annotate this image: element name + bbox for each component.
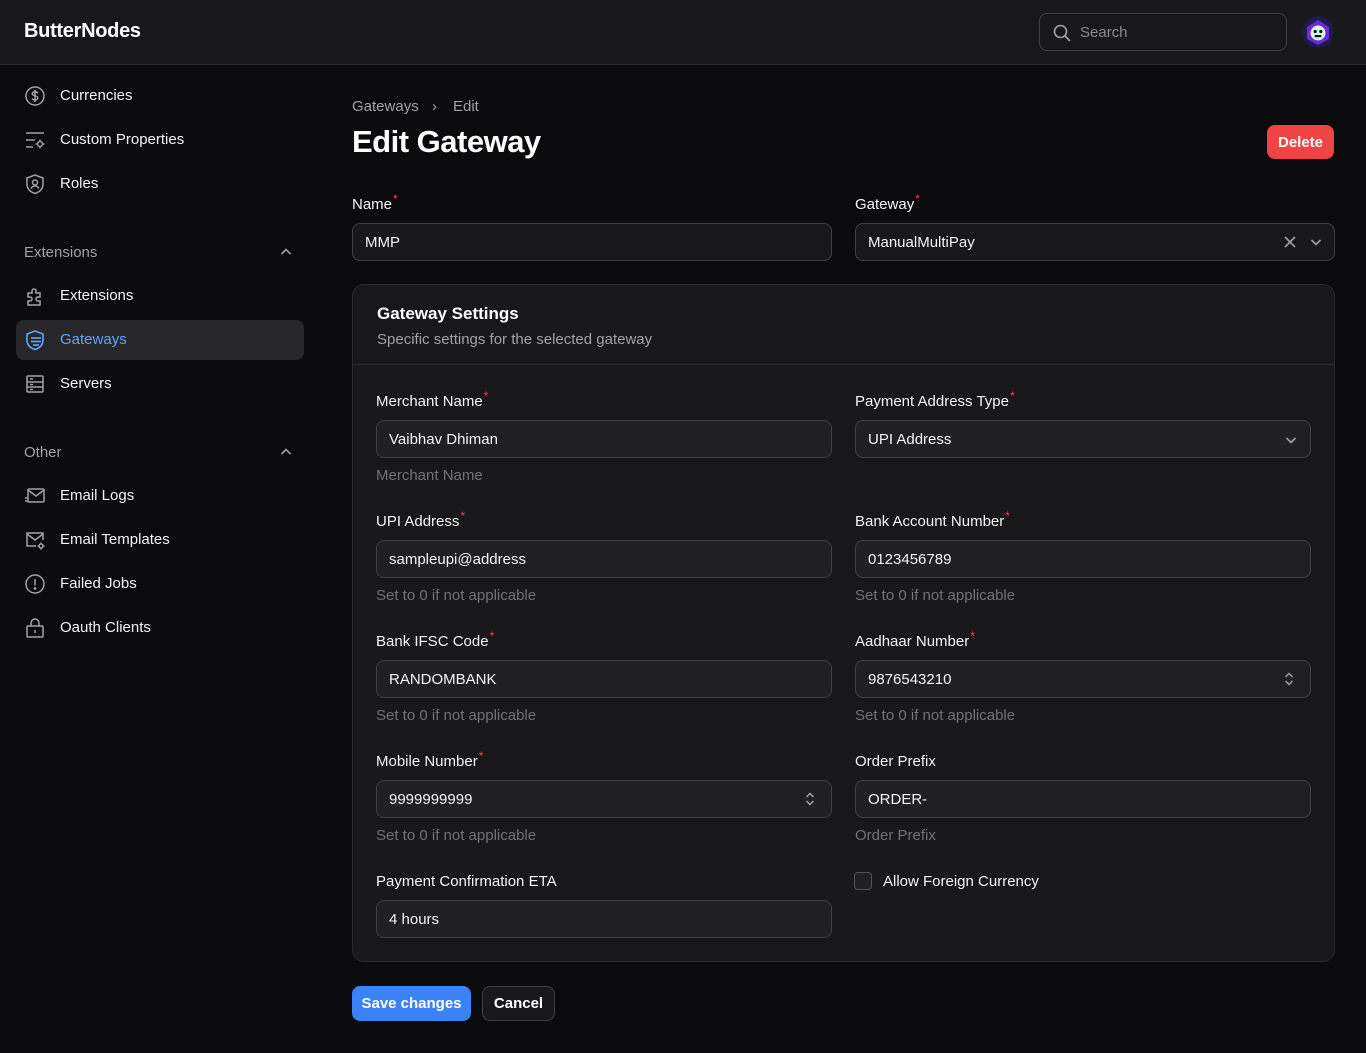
card-header: Gateway Settings Specific settings for t… [353, 285, 1334, 365]
sidebar-item-custom-properties[interactable]: Custom Properties [16, 120, 304, 160]
sidebar-item-email-templates[interactable]: Email Templates [16, 520, 304, 560]
sidebar-item-label: Servers [60, 375, 112, 392]
mobile-number-label: Mobile Number* [376, 749, 484, 770]
sidebar-item-label: Failed Jobs [60, 575, 137, 592]
save-changes-button[interactable]: Save changes [352, 986, 471, 1021]
sidebar-item-label: Roles [60, 175, 99, 192]
sidebar-item-extensions[interactable]: Extensions [16, 276, 304, 316]
bank-ifsc-code-field[interactable] [376, 660, 832, 698]
lock-icon [26, 618, 44, 638]
sidebar-item-oauth-clients[interactable]: Oauth Clients [16, 608, 304, 648]
cancel-button[interactable]: Cancel [482, 986, 555, 1021]
card-subtitle: Specific settings for the selected gatew… [377, 331, 653, 348]
delete-button[interactable]: Delete [1267, 125, 1334, 159]
sidebar-item-failed-jobs[interactable]: Failed Jobs [16, 564, 304, 604]
sidebar-item-label: Email Templates [60, 531, 170, 548]
payment-address-type-label: Payment Address Type* [855, 389, 1015, 410]
merchant-name-label: Merchant Name* [376, 389, 489, 410]
adjustments-icon [26, 132, 45, 149]
top-bar: ButterNodes [0, 0, 1366, 65]
allow-foreign-currency-checkbox[interactable] [854, 872, 872, 890]
server-icon [26, 375, 44, 393]
gateway-settings-card: Gateway Settings Specific settings for t… [352, 284, 1335, 962]
breadcrumb-separator: › [432, 98, 437, 115]
aadhaar-number-label: Aadhaar Number* [855, 629, 975, 650]
sidebar-item-email-logs[interactable]: Email Logs [16, 476, 304, 516]
chevron-down-icon[interactable] [1309, 235, 1323, 249]
breadcrumb-link-gateways[interactable]: Gateways [352, 98, 419, 115]
sidebar-item-servers[interactable]: Servers [16, 364, 304, 404]
bank-ifsc-code-hint: Set to 0 if not applicable [376, 707, 537, 724]
name-label: Name* [352, 192, 398, 213]
breadcrumb-current: Edit [453, 98, 479, 115]
upi-address-label: UPI Address* [376, 509, 466, 530]
chevron-down-icon [1285, 437, 1297, 444]
brand-logo[interactable]: ButterNodes [24, 20, 141, 43]
payment-confirmation-eta-field[interactable] [376, 900, 832, 938]
page-title: Edit Gateway [352, 124, 541, 159]
mobile-number-field[interactable] [376, 780, 832, 818]
search-input[interactable] [1080, 14, 1280, 50]
search-box[interactable] [1039, 13, 1287, 51]
order-prefix-label: Order Prefix [855, 753, 936, 770]
sidebar-item-label: Gateways [60, 331, 127, 348]
avatar[interactable] [1302, 16, 1334, 48]
mobile-number-hint: Set to 0 if not applicable [376, 827, 537, 844]
gateway-label: Gateway* [855, 192, 920, 213]
chevron-up-icon[interactable] [278, 244, 294, 260]
gateway-select[interactable]: ManualMultiPay [855, 223, 1335, 261]
sidebar-item-label: Currencies [60, 87, 133, 104]
close-icon[interactable] [1283, 235, 1297, 249]
order-prefix-field[interactable] [855, 780, 1311, 818]
allow-foreign-currency-label[interactable]: Allow Foreign Currency [883, 873, 1039, 890]
search-icon [1053, 24, 1071, 42]
stepper-icon[interactable] [1282, 670, 1296, 688]
stepper-icon[interactable] [803, 790, 817, 808]
aadhaar-number-field[interactable] [855, 660, 1311, 698]
sidebar-item-currencies[interactable]: Currencies [16, 76, 304, 116]
puzzle-icon [27, 288, 41, 306]
payment-address-type-select[interactable]: UPI Address [855, 420, 1311, 458]
merchant-name-hint: Merchant Name [376, 467, 483, 484]
group-label-other[interactable]: Other [24, 444, 62, 461]
upi-address-hint: Set to 0 if not applicable [376, 587, 537, 604]
currency-dollar-icon [25, 86, 45, 106]
alert-circle-icon [25, 574, 45, 594]
sidebar: Currencies Custom Properties Roles Exten… [0, 65, 320, 1053]
payment-address-type-value: UPI Address [868, 431, 952, 448]
mail-send-icon [25, 488, 45, 503]
bank-account-number-label: Bank Account Number* [855, 509, 1010, 530]
sidebar-item-label: Oauth Clients [60, 619, 151, 636]
order-prefix-hint: Order Prefix [855, 827, 936, 844]
merchant-name-field[interactable] [376, 420, 832, 458]
gateway-icon [26, 330, 44, 351]
upi-address-field[interactable] [376, 540, 832, 578]
sidebar-item-label: Email Logs [60, 487, 135, 504]
card-title: Gateway Settings [377, 304, 519, 323]
avatar-image [1302, 16, 1334, 48]
chevron-up-icon[interactable] [278, 444, 294, 460]
mail-gear-icon [26, 532, 45, 550]
gateway-select-value: ManualMultiPay [868, 234, 975, 251]
bank-account-number-field[interactable] [855, 540, 1311, 578]
bank-account-number-hint: Set to 0 if not applicable [855, 587, 1016, 604]
group-label-extensions[interactable]: Extensions [24, 244, 97, 261]
sidebar-item-label: Custom Properties [60, 131, 185, 148]
sidebar-item-label: Extensions [60, 287, 134, 304]
sidebar-item-gateways[interactable]: Gateways [16, 320, 304, 360]
payment-confirmation-eta-label: Payment Confirmation ETA [376, 873, 557, 890]
sidebar-item-roles[interactable]: Roles [16, 164, 304, 204]
name-field[interactable] [352, 223, 832, 261]
aadhaar-number-hint: Set to 0 if not applicable [855, 707, 1016, 724]
bank-ifsc-code-label: Bank IFSC Code* [376, 629, 495, 650]
shield-user-icon [26, 174, 44, 195]
